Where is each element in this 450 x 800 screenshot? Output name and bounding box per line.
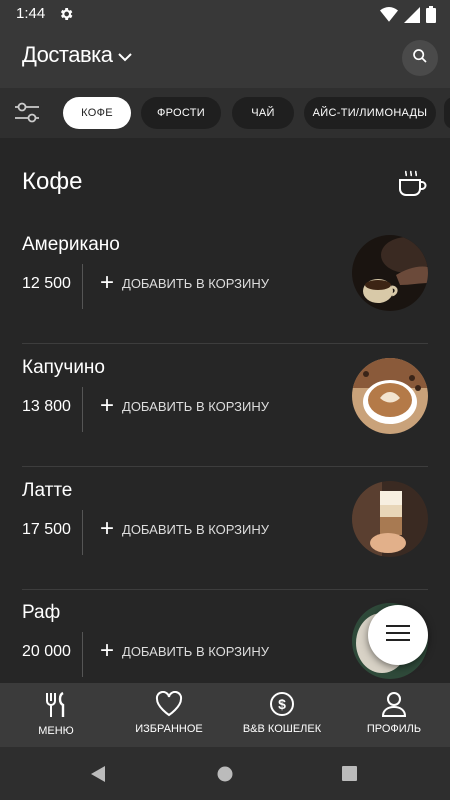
add-to-cart-label: ДОБАВИТЬ В КОРЗИНУ: [122, 275, 269, 291]
item-price: 17 500: [22, 521, 71, 538]
status-time: 1:44: [16, 5, 46, 22]
hamburger-icon: [386, 624, 410, 647]
filter-settings-icon[interactable]: [14, 102, 40, 129]
divider: [82, 264, 83, 309]
battery-icon: [426, 6, 436, 28]
chip-label: ЧАЙ: [251, 107, 275, 119]
divider: [82, 510, 83, 555]
list-item[interactable]: Латте 17 500 + ДОБАВИТЬ В КОРЗИНУ: [0, 468, 450, 590]
search-button[interactable]: [402, 40, 438, 76]
heart-icon: [155, 690, 183, 720]
cappuccino-image: [352, 358, 428, 434]
person-icon: [381, 691, 407, 720]
plus-icon: +: [100, 392, 115, 419]
category-filter-bar: КОФЕ ФРОСТИ ЧАЙ АЙС-ТИ/ЛИМОНАДЫ: [0, 88, 450, 138]
back-icon[interactable]: [90, 765, 106, 788]
nav-wallet[interactable]: $ B&B КОШЕЛЕК: [226, 691, 338, 735]
item-name: Раф: [22, 602, 61, 623]
settings-gear-icon: [58, 6, 74, 27]
nav-favorites[interactable]: ИЗБРАННОЕ: [113, 690, 225, 735]
dollar-coin-icon: $: [269, 691, 295, 720]
add-to-cart-button[interactable]: + ДОБАВИТЬ В КОРЗИНУ: [100, 637, 269, 664]
list-item[interactable]: Американо 12 500 + ДОБАВИТЬ В КОРЗИНУ: [0, 222, 450, 344]
item-name: Американо: [22, 234, 120, 255]
chip-tea[interactable]: ЧАЙ: [232, 97, 294, 129]
signal-icon: [404, 6, 420, 28]
add-to-cart-button[interactable]: + ДОБАВИТЬ В КОРЗИНУ: [100, 269, 269, 296]
latte-image: [352, 481, 428, 557]
home-icon[interactable]: [217, 766, 233, 787]
chip-label: ФРОСТИ: [156, 107, 206, 119]
add-to-cart-label: ДОБАВИТЬ В КОРЗИНУ: [122, 398, 269, 414]
system-navigation-bar: [0, 747, 450, 800]
add-to-cart-label: ДОБАВИТЬ В КОРЗИНУ: [122, 521, 269, 537]
chip-frosty[interactable]: ФРОСТИ: [141, 97, 221, 129]
section-title: Кофе: [22, 168, 83, 195]
fork-knife-icon: [43, 691, 69, 722]
chip-label: КОФЕ: [81, 107, 113, 119]
nav-label: ПРОФИЛЬ: [366, 723, 422, 735]
plus-icon: +: [100, 269, 115, 296]
add-to-cart-button[interactable]: + ДОБАВИТЬ В КОРЗИНУ: [100, 392, 269, 419]
chip-coffee[interactable]: КОФЕ: [63, 97, 131, 129]
bottom-navigation: МЕНЮ ИЗБРАННОЕ $ B&B КОШЕЛЕК ПРОФИЛЬ: [0, 683, 450, 747]
chip-next-partial[interactable]: [444, 97, 450, 129]
nav-label: ИЗБРАННОЕ: [135, 723, 203, 735]
divider: [82, 632, 83, 677]
chevron-down-icon: [118, 42, 133, 68]
divider: [82, 387, 83, 432]
plus-icon: +: [100, 637, 115, 664]
chip-iced-tea-lemonades[interactable]: АЙС-ТИ/ЛИМОНАДЫ: [304, 97, 436, 129]
menu-fab-button[interactable]: [368, 605, 428, 665]
nav-profile[interactable]: ПРОФИЛЬ: [338, 691, 450, 735]
chip-label: АЙС-ТИ/ЛИМОНАДЫ: [312, 107, 428, 119]
item-price: 13 800: [22, 398, 71, 415]
item-name: Капучино: [22, 357, 105, 378]
add-to-cart-label: ДОБАВИТЬ В КОРЗИНУ: [122, 643, 269, 659]
recents-icon[interactable]: [342, 766, 357, 786]
item-name: Латте: [22, 480, 73, 501]
row-divider: [22, 466, 428, 467]
nav-label: МЕНЮ: [38, 725, 74, 737]
plus-icon: +: [100, 515, 115, 542]
wifi-icon: [380, 6, 398, 28]
delivery-mode-dropdown[interactable]: Доставка: [22, 42, 133, 68]
add-to-cart-button[interactable]: + ДОБАВИТЬ В КОРЗИНУ: [100, 515, 269, 542]
svg-text:$: $: [278, 696, 286, 712]
nav-label: B&B КОШЕЛЕК: [242, 723, 322, 735]
nav-menu[interactable]: МЕНЮ: [0, 691, 112, 737]
list-item[interactable]: Капучино 13 800 + ДОБАВИТЬ В КОРЗИНУ: [0, 345, 450, 467]
delivery-title: Доставка: [22, 42, 113, 67]
americano-image: [352, 235, 428, 311]
row-divider: [22, 343, 428, 344]
search-icon: [412, 48, 428, 69]
status-bar: 1:44: [0, 0, 450, 28]
item-price: 12 500: [22, 275, 71, 292]
app-bar: Доставка: [0, 28, 450, 88]
item-price: 20 000: [22, 643, 71, 660]
coffee-cup-icon: [398, 170, 428, 203]
